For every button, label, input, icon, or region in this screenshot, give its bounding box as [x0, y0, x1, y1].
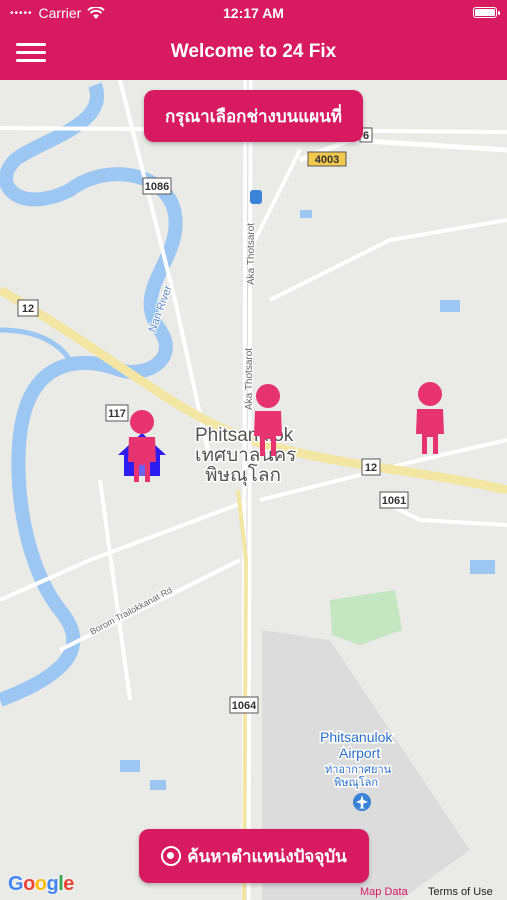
road-label: Aka Thotsarot	[246, 223, 257, 285]
route-shield: 12	[361, 458, 381, 476]
find-current-location-button[interactable]: ค้นหาตำแหน่งปัจจุบัน	[139, 829, 369, 883]
route-shield: 1086	[142, 177, 172, 195]
page-title: Welcome to 24 Fix	[170, 41, 337, 62]
airport-label-en2: Airport	[339, 745, 380, 761]
find-location-label: ค้นหาตำแหน่งปัจจุบัน	[187, 846, 347, 866]
route-shield-label: 6	[363, 130, 369, 142]
transit-icon	[250, 190, 262, 204]
route-shield-label: 1064	[232, 700, 257, 712]
map-view[interactable]: 1086 4003 12 117 12 1061 1064 6 Phitsanu…	[0, 80, 507, 900]
road-label: Aka Thotsarot	[244, 348, 255, 410]
status-bar: ••••• Carrier 12:17 AM	[0, 0, 507, 26]
city-label-th: เทศบาลนคร	[195, 445, 296, 466]
river	[0, 82, 183, 707]
locate-icon	[161, 846, 182, 866]
route-shield-label: 1061	[382, 495, 406, 507]
airport-label-th2: พิษณุโลก	[334, 775, 378, 789]
route-shield-label: 4003	[315, 154, 339, 166]
route-shield: 1064	[229, 696, 259, 714]
airport-label-th: ท่าอากาศยาน	[325, 764, 392, 776]
route-shield: 117	[105, 404, 129, 422]
map-canvas[interactable]: 1086 4003 12 117 12 1061 1064 6 Phitsanu…	[0, 80, 507, 900]
terms-of-use-link[interactable]: Terms of Use	[428, 886, 493, 898]
park-area	[330, 590, 402, 645]
technician-marker[interactable]	[416, 382, 444, 454]
route-shield-label: 12	[365, 462, 377, 474]
route-shield: 1061	[379, 491, 409, 509]
google-logo: Google	[8, 873, 74, 895]
airport-label-en: Phitsanulok	[320, 729, 393, 745]
route-shield-label: 12	[22, 303, 34, 315]
route-shield-label: 1086	[145, 181, 169, 193]
status-time: 12:17 AM	[223, 5, 284, 21]
city-label-th2: พิษณุโลก	[205, 463, 281, 487]
nav-bar: Welcome to 24 Fix	[0, 26, 507, 80]
airport-icon	[353, 793, 371, 811]
battery-icon	[473, 7, 500, 18]
route-shield-label: 117	[108, 408, 126, 420]
canal	[0, 327, 73, 362]
route-shield: 4003	[307, 151, 347, 167]
select-technician-button[interactable]: กรุณาเลือกช่างบนแผนที่	[144, 90, 363, 142]
road-label: Borom Trailokkanat Rd	[88, 585, 174, 637]
route-shield: 12	[17, 299, 39, 317]
map-data-link[interactable]: Map Data	[360, 886, 408, 898]
select-technician-label: กรุณาเลือกช่างบนแผนที่	[164, 106, 342, 126]
